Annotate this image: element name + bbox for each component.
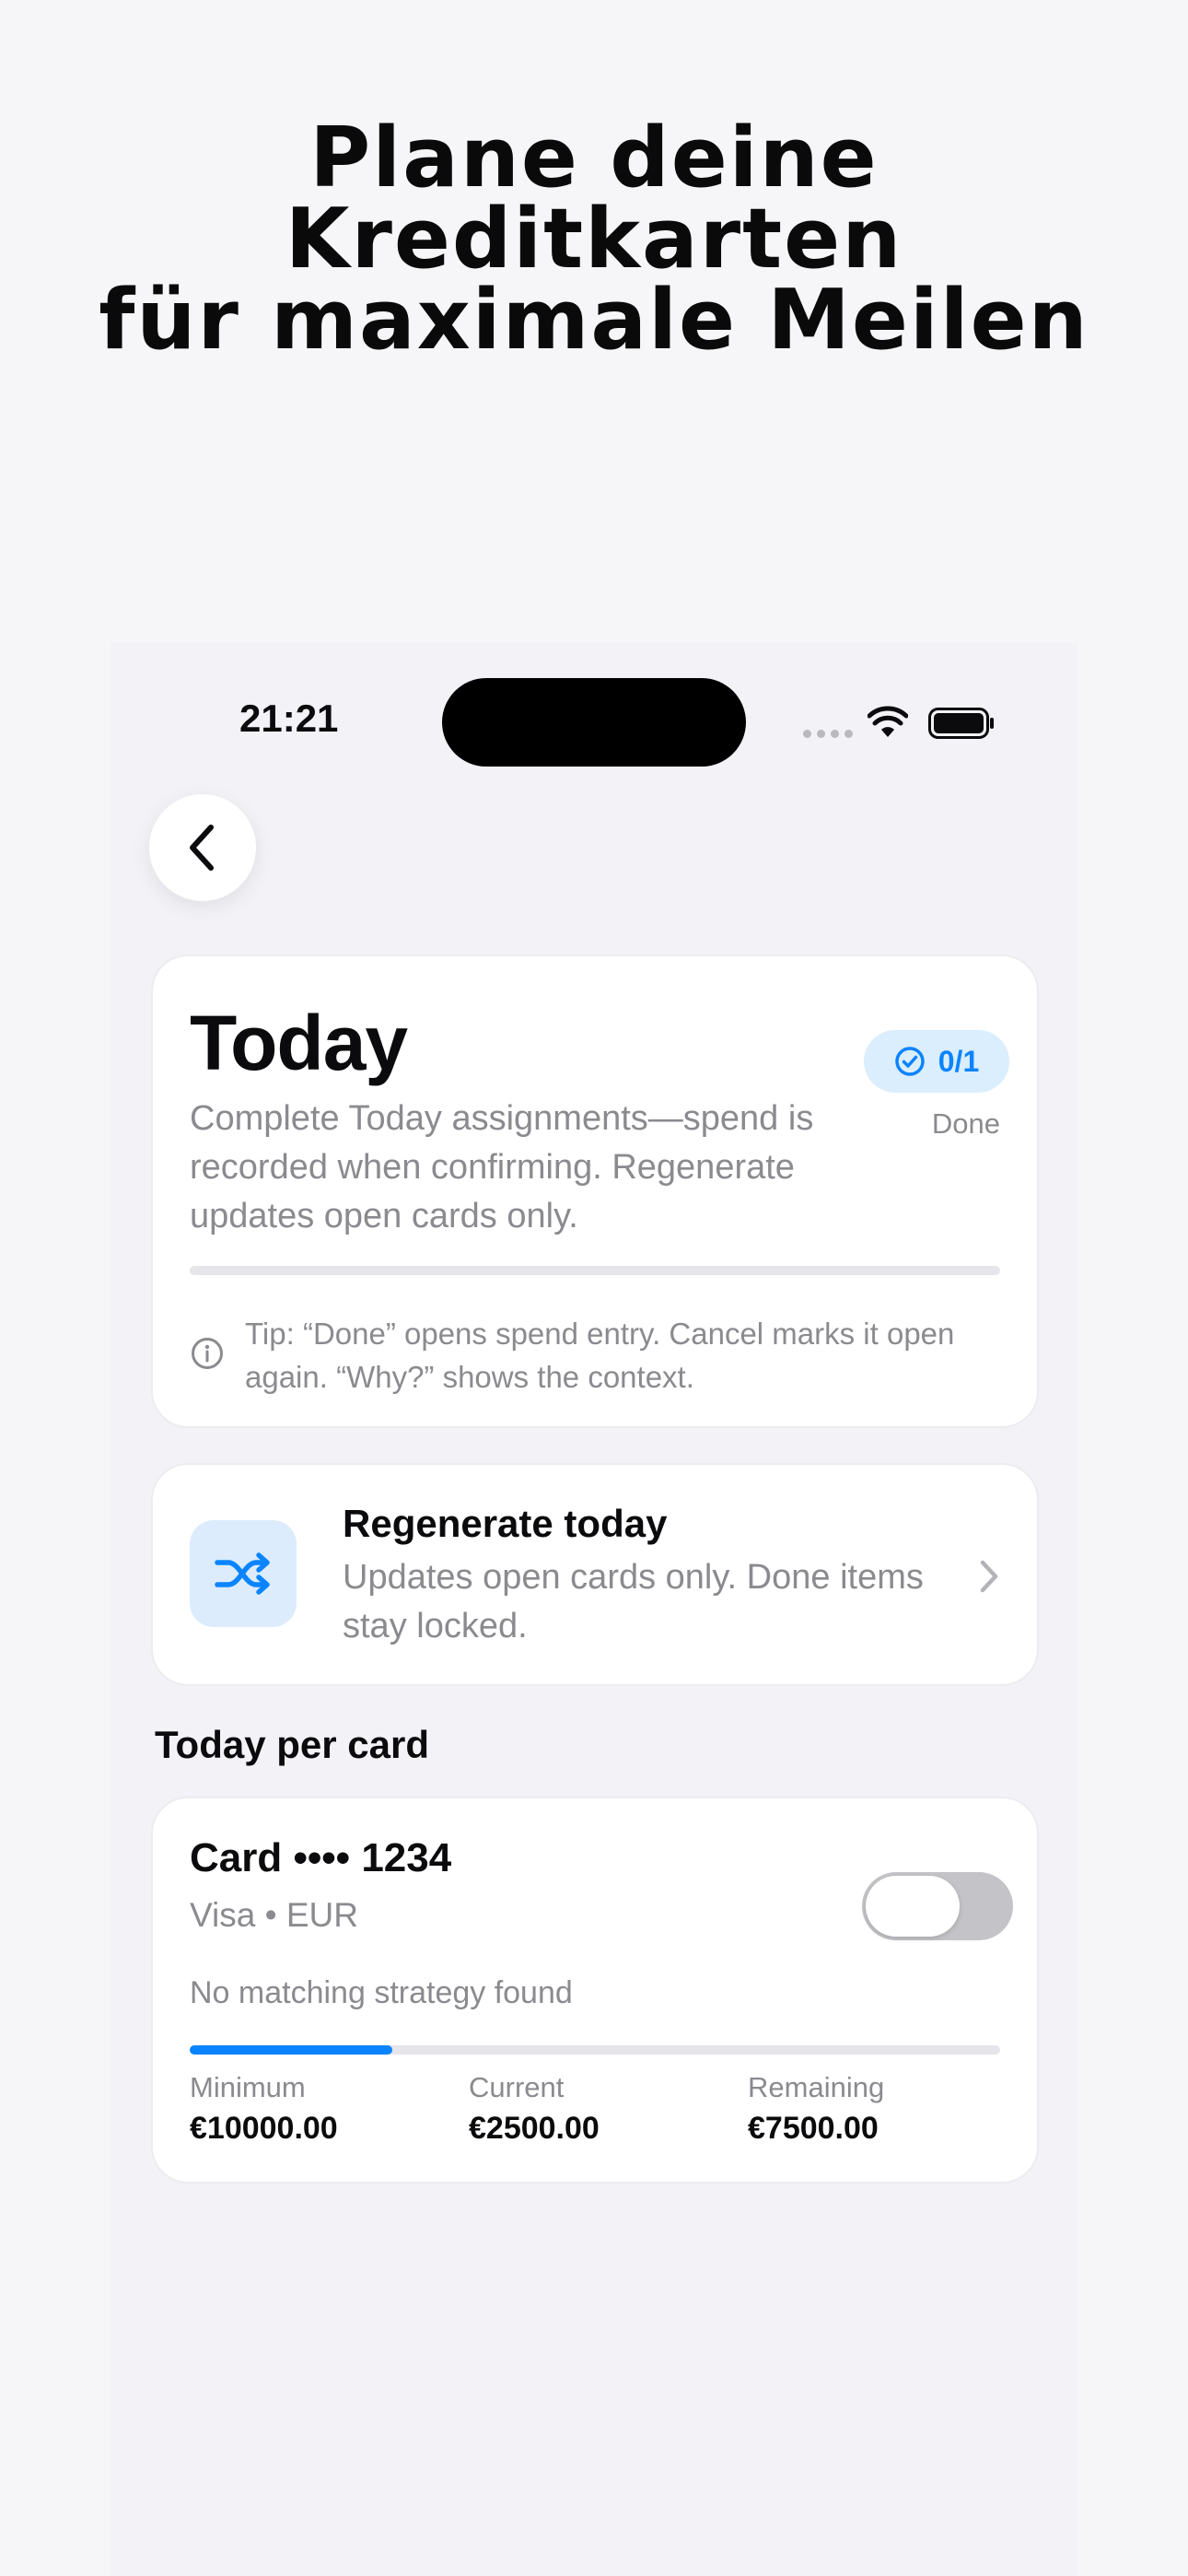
today-progress-bar bbox=[190, 1266, 1000, 1275]
phone-screen: 21:21 Today Complete Today assignments—s… bbox=[111, 643, 1077, 2576]
stat-current: Current €2500.00 bbox=[469, 2069, 600, 2150]
card-enabled-toggle[interactable] bbox=[862, 1872, 1013, 1940]
card-name: Card •••• 1234 bbox=[190, 1835, 452, 1880]
stat-remaining: Remaining €7500.00 bbox=[748, 2069, 884, 2150]
stat-value: €7500.00 bbox=[748, 2111, 879, 2146]
card-strategy-note: No matching strategy found bbox=[190, 1975, 573, 2010]
chevron-left-icon bbox=[190, 825, 214, 871]
battery-icon bbox=[928, 708, 994, 739]
card-progress-bar bbox=[190, 2045, 1000, 2055]
toggle-knob bbox=[866, 1876, 960, 1937]
today-summary-card: Today Complete Today assignments—spend i… bbox=[151, 954, 1039, 1428]
today-title: Today bbox=[190, 1000, 408, 1086]
regenerate-today-row[interactable]: Regenerate today Updates open cards only… bbox=[151, 1463, 1039, 1686]
wifi-icon bbox=[868, 706, 908, 737]
stat-value: €10000.00 bbox=[190, 2111, 338, 2146]
check-circle-icon bbox=[895, 1047, 925, 1076]
chevron-right-icon bbox=[980, 1560, 998, 1593]
card-progress-fill bbox=[190, 2045, 392, 2055]
regenerate-title: Regenerate today bbox=[343, 1502, 668, 1545]
stat-minimum: Minimum €10000.00 bbox=[190, 2069, 338, 2150]
shuffle-icon bbox=[215, 1552, 270, 1595]
card-network-currency: Visa • EUR bbox=[190, 1896, 358, 1934]
stat-label: Remaining bbox=[748, 2071, 885, 2103]
info-icon bbox=[192, 1338, 223, 1369]
today-description: Complete Today assignments—spend is reco… bbox=[190, 1099, 814, 1235]
regenerate-subtitle: Updates open cards only. Done items stay… bbox=[343, 1558, 924, 1645]
status-time: 21:21 bbox=[239, 697, 339, 740]
cellular-signal-icon bbox=[803, 730, 853, 738]
stat-value: €2500.00 bbox=[469, 2111, 600, 2146]
tip-text: Tip: “Done” opens spend entry. Cancel ma… bbox=[245, 1317, 955, 1394]
progress-caption: Done bbox=[931, 1107, 1000, 1140]
progress-badge-count: 0/1 bbox=[938, 1044, 980, 1078]
promo-headline-line-1: Plane deine Kreditkarten bbox=[285, 110, 903, 287]
back-button[interactable] bbox=[149, 794, 256, 901]
credit-card-item: Card •••• 1234 Visa • EUR No matching st… bbox=[151, 1797, 1039, 2184]
section-title-per-card: Today per card bbox=[155, 1723, 429, 1766]
dynamic-island bbox=[442, 678, 746, 767]
stat-label: Current bbox=[469, 2071, 565, 2103]
promo-headline-line-2: für maximale Meilen bbox=[99, 272, 1089, 369]
promo-headline: Plane deine Kreditkarten für maximale Me… bbox=[0, 110, 1188, 369]
stat-label: Minimum bbox=[190, 2071, 306, 2103]
regenerate-icon-tile bbox=[190, 1520, 297, 1627]
progress-badge: 0/1 bbox=[864, 1030, 1009, 1093]
